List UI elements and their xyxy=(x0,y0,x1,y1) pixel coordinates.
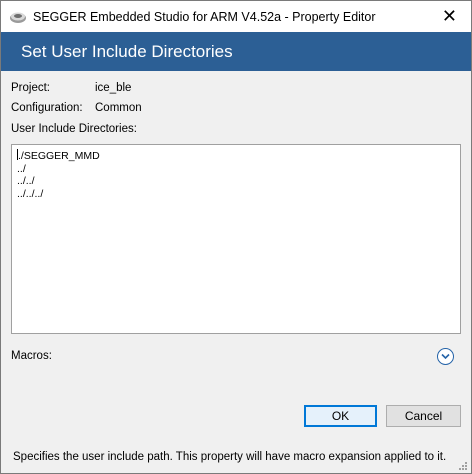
macros-expand-button[interactable] xyxy=(437,348,454,365)
configuration-label: Configuration: xyxy=(11,102,83,114)
segger-app-icon xyxy=(9,8,27,26)
configuration-value: Common xyxy=(95,102,142,114)
resize-grip-icon[interactable] xyxy=(456,458,468,470)
window-title: SEGGER Embedded Studio for ARM V4.52a - … xyxy=(33,9,376,24)
close-icon[interactable]: ✕ xyxy=(442,7,457,25)
ok-button[interactable]: OK xyxy=(304,405,377,427)
directory-line: ../ xyxy=(17,162,26,175)
description-bar: Specifies the user include path. This pr… xyxy=(1,441,471,473)
property-description: Specifies the user include path. This pr… xyxy=(13,451,447,463)
directory-line: ./SEGGER_MMD xyxy=(17,149,100,162)
header-banner: Set User Include Directories xyxy=(1,32,471,71)
directory-line: ../../../ xyxy=(17,187,44,200)
project-value: ice_ble xyxy=(95,82,132,94)
directory-line: ../../ xyxy=(17,175,35,187)
macros-label: Macros: xyxy=(11,350,52,362)
title-bar[interactable]: SEGGER Embedded Studio for ARM V4.52a - … xyxy=(1,1,471,32)
project-label: Project: xyxy=(11,82,50,94)
dialog-heading: Set User Include Directories xyxy=(21,41,233,61)
property-editor-window: SEGGER Embedded Studio for ARM V4.52a - … xyxy=(0,0,472,474)
chevron-down-icon xyxy=(441,353,450,360)
cancel-button[interactable]: Cancel xyxy=(386,405,461,427)
user-include-directories-input[interactable]: ./SEGGER_MMD ../ ../../ ../../../ xyxy=(11,144,461,334)
user-include-directories-label: User Include Directories: xyxy=(11,123,137,135)
